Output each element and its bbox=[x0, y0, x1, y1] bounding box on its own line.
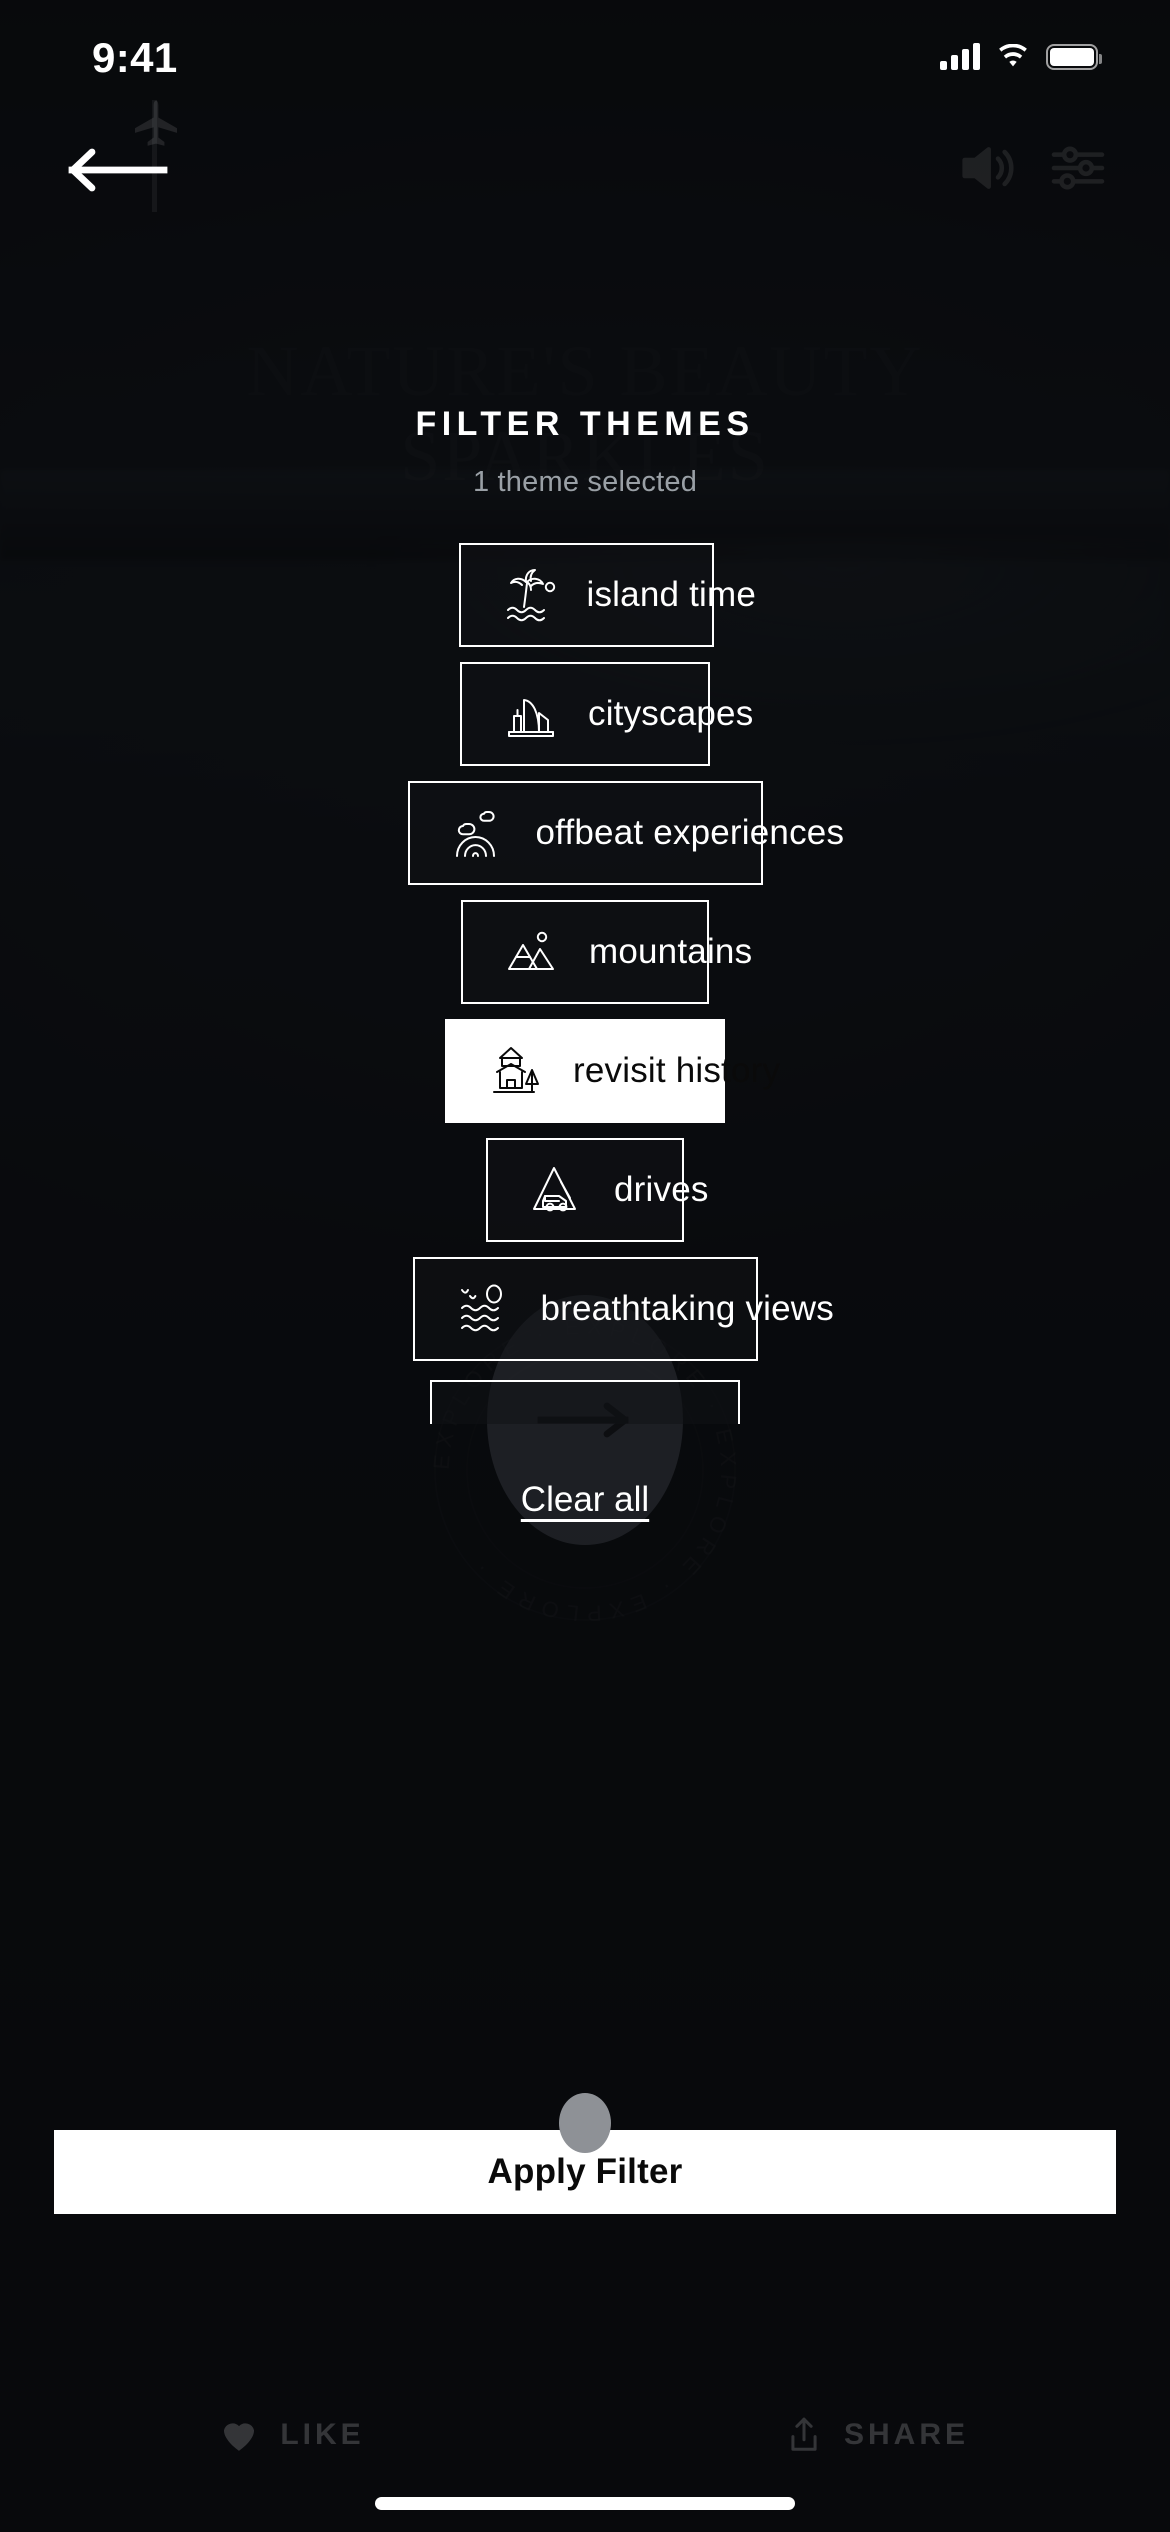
filter-themes-sheet: FILTER THEMES 1 theme selected island ti… bbox=[0, 0, 1170, 2532]
chip-label: island time bbox=[586, 575, 756, 614]
sunrise-waves-icon bbox=[449, 1276, 525, 1342]
city-buildings-icon bbox=[496, 681, 572, 747]
chip-label: drives bbox=[614, 1170, 709, 1209]
chip-label: breathtaking views bbox=[540, 1289, 834, 1328]
battery-full-icon bbox=[1046, 44, 1102, 70]
selected-count-label: 1 theme selected bbox=[472, 466, 698, 498]
chip-label: offbeat experiences bbox=[535, 813, 845, 852]
chip-drives[interactable]: drives bbox=[486, 1138, 708, 1242]
chip-revisit-history[interactable]: revisit history bbox=[445, 1019, 780, 1123]
chip-island-time[interactable]: island time bbox=[458, 543, 756, 647]
status-indicators bbox=[940, 43, 1102, 70]
chip-breathtaking-views[interactable]: breathtaking views bbox=[412, 1257, 834, 1361]
chip-cityscapes[interactable]: cityscapes bbox=[460, 662, 753, 766]
mountains-icon bbox=[497, 919, 573, 985]
page-title: FILTER THEMES bbox=[415, 405, 755, 443]
chip-mountains[interactable]: mountains bbox=[461, 900, 752, 1004]
temple-icon bbox=[481, 1038, 557, 1104]
theme-chip-list: island time cityscapes offbeat experienc… bbox=[0, 543, 1170, 1424]
status-bar: 9:41 bbox=[0, 0, 1170, 110]
home-indicator[interactable] bbox=[375, 2497, 795, 2510]
clear-all-button[interactable]: Clear all bbox=[521, 1480, 649, 1520]
chip-offbeat-experiences[interactable]: offbeat experiences bbox=[407, 781, 844, 885]
palm-tree-icon bbox=[495, 562, 571, 628]
signal-bars-icon bbox=[940, 43, 980, 70]
rainbow-cloud-icon bbox=[444, 800, 520, 866]
chip-label: cityscapes bbox=[588, 694, 754, 733]
car-mountain-icon bbox=[522, 1157, 598, 1223]
status-time: 9:41 bbox=[92, 34, 178, 81]
chip-label: mountains bbox=[589, 932, 753, 971]
wifi-icon bbox=[999, 44, 1027, 67]
chip-label: revisit history bbox=[573, 1051, 781, 1090]
chip-partial-clipped[interactable] bbox=[430, 1380, 740, 1424]
chip-partial-inner[interactable] bbox=[430, 1380, 740, 1424]
